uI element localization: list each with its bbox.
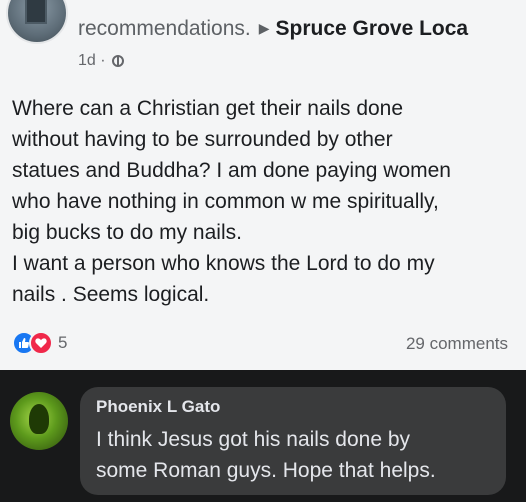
comment-text: I think Jesus got his nails done by some… xyxy=(96,428,436,482)
post-paragraph: Where can a Christian get their nails do… xyxy=(12,97,451,244)
post-timestamp[interactable]: 1d xyxy=(78,52,96,69)
post-header: recommendations. ▶ Spruce Grove Loca 1d · xyxy=(0,0,526,90)
screenshot: recommendations. ▶ Spruce Grove Loca 1d · … xyxy=(0,0,526,502)
post-header-line: recommendations. ▶ Spruce Grove Loca xyxy=(78,17,468,41)
commenter-avatar[interactable] xyxy=(10,392,68,450)
post-body: Where can a Christian get their nails do… xyxy=(12,93,520,310)
globe-icon xyxy=(112,55,125,67)
avatar-image xyxy=(25,0,47,24)
post-card: recommendations. ▶ Spruce Grove Loca 1d · … xyxy=(0,0,526,370)
comments-count-link[interactable]: 29 comments xyxy=(406,334,508,354)
author-avatar[interactable] xyxy=(6,0,68,44)
comment-author-link[interactable]: Phoenix L Gato xyxy=(96,397,220,417)
reaction-count: 5 xyxy=(58,333,68,352)
post-meta: 1d · xyxy=(78,52,125,70)
post-paragraph: I want a person who knows the Lord to do… xyxy=(12,252,435,306)
triangle-right-icon: ▶ xyxy=(258,20,270,36)
meta-separator: · xyxy=(100,52,106,69)
group-name-link[interactable]: Spruce Grove Loca xyxy=(276,17,469,40)
reactions-summary[interactable]: 5 xyxy=(12,331,67,355)
avatar-image xyxy=(29,404,49,434)
header-text: recommendations. xyxy=(78,17,251,40)
love-icon xyxy=(29,331,53,355)
